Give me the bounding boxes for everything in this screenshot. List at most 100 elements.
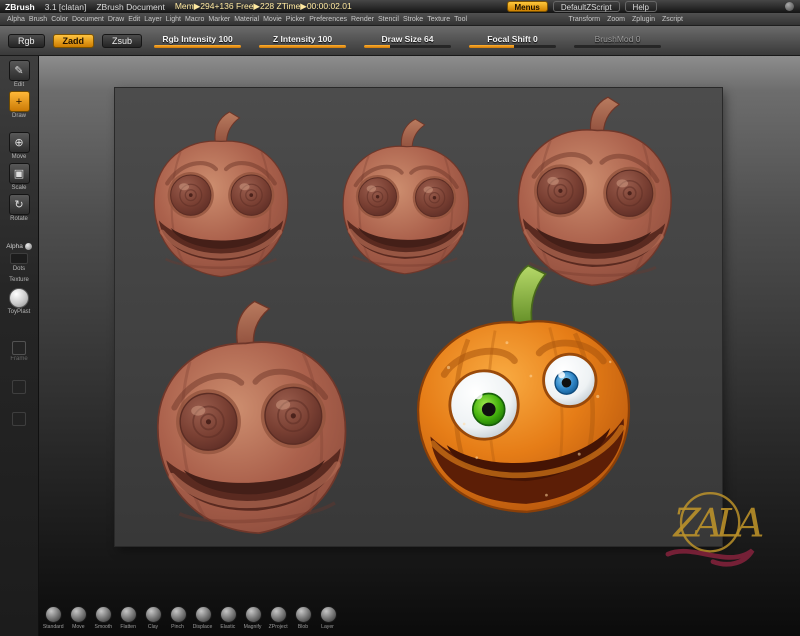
brush-label: Standard (42, 624, 64, 630)
rotate-tool-button[interactable]: ↻ (8, 194, 30, 215)
menu-item[interactable]: Tool (454, 16, 467, 23)
slider-label: Draw Size 64 (381, 33, 434, 44)
brush-item[interactable]: Magnify (241, 606, 265, 630)
material-sphere-icon[interactable] (9, 288, 29, 308)
quick-menu-icon[interactable] (785, 2, 794, 11)
left-toolbar: ✎ Edit + Draw ⊕ Move ▣ Scale ↻ Rotate Al… (0, 56, 39, 636)
brush-item[interactable]: Smooth (91, 606, 115, 630)
menu-item[interactable]: Marker (208, 16, 230, 23)
brush-label: Layer (321, 624, 335, 630)
slider-fill (363, 44, 391, 48)
zsub-button[interactable]: Zsub (102, 33, 143, 48)
menu-item[interactable]: Brush (29, 16, 47, 23)
menu-item[interactable]: Preferences (309, 16, 347, 23)
brush-item[interactable]: Flatten (116, 606, 140, 630)
menu-item[interactable]: Picker (286, 16, 305, 23)
help-button[interactable]: Help (624, 1, 657, 12)
brush-label: Pinch (171, 624, 185, 630)
menu-item[interactable]: Document (72, 16, 104, 23)
app-name: ZBrush (5, 1, 35, 12)
brush-item[interactable]: Blob (291, 606, 315, 630)
rgb-button[interactable]: Rgb (8, 33, 45, 48)
slider-label: Focal Shift 0 (487, 33, 538, 44)
menu-item[interactable]: Alpha (7, 16, 25, 23)
brush-item[interactable]: Layer (316, 606, 340, 630)
menu-item[interactable]: Layer (144, 16, 162, 23)
default-zscript-button[interactable]: DefaultZScript (552, 1, 620, 12)
slider-track[interactable] (258, 44, 347, 48)
menu-item[interactable]: Transform (568, 16, 600, 23)
menu-item[interactable]: Stencil (378, 16, 399, 23)
toolbar-slider[interactable]: Z Intensity 100 (255, 34, 350, 48)
zadd-button[interactable]: Zadd (52, 33, 95, 48)
slider-track[interactable] (153, 44, 242, 48)
alpha-section[interactable]: Alpha (6, 243, 32, 250)
menu-item[interactable]: Movie (263, 16, 282, 23)
alpha-label: Alpha (6, 243, 23, 250)
menu-item[interactable]: Zoom (607, 16, 625, 23)
menu-item[interactable]: Macro (185, 16, 204, 23)
sidebar-tool-scale[interactable]: ▣ Scale (8, 163, 30, 191)
brush-label: Move (71, 624, 85, 630)
menu-item[interactable]: Stroke (403, 16, 423, 23)
alpha-preview-icon (24, 243, 32, 250)
zbrush-document[interactable] (115, 88, 722, 546)
sidebar-tool-edit[interactable]: ✎ Edit (8, 60, 30, 88)
toolbar-slider[interactable]: Focal Shift 0 (465, 34, 560, 48)
slider-track[interactable] (573, 44, 662, 48)
brush-thumbnail-icon (144, 606, 162, 623)
slider-label: Z Intensity 100 (273, 33, 333, 44)
move-tool-button[interactable]: ⊕ (8, 132, 30, 153)
stroke-label: Dots (12, 266, 26, 272)
edit-tool-button[interactable]: ✎ (8, 60, 30, 81)
draw-tool-button[interactable]: + (8, 91, 30, 112)
brush-item[interactable]: ZProject (266, 606, 290, 630)
brush-item[interactable]: Clay (141, 606, 165, 630)
scale-icon: ▣ (13, 168, 25, 180)
slider-track[interactable] (468, 44, 557, 48)
frame-icon[interactable] (12, 341, 26, 355)
toolbar-sliders: Rgb Intensity 100 Z Intensity 100 Draw S… (150, 34, 665, 48)
menu-item[interactable]: Light (166, 16, 181, 23)
menu-item[interactable]: Edit (128, 16, 140, 23)
toolbar-slider[interactable]: Rgb Intensity 100 (150, 34, 245, 48)
sidebar-tool-move[interactable]: ⊕ Move (8, 132, 30, 160)
rotate-tool-label: Rotate (10, 216, 28, 222)
brush-item[interactable]: Move (66, 606, 90, 630)
toolbar-slider[interactable]: BrushMod 0 (570, 34, 665, 48)
brush-item[interactable]: Pinch (166, 606, 190, 630)
menu-item[interactable]: Zplugin (632, 16, 655, 23)
menu-item[interactable]: Zscript (662, 16, 683, 23)
stroke-preview-icon[interactable] (10, 253, 28, 264)
zbrush-window: ZBrush 3.1 [clatan] ZBrush Document Mem▶… (0, 0, 800, 636)
menu-item[interactable]: Texture (427, 16, 450, 23)
scale-tool-label: Scale (11, 185, 27, 191)
viewport-canvas[interactable]: ZALA Standard Move Smooth Flatten Clay P… (39, 56, 800, 636)
menus-button[interactable]: Menus (506, 1, 548, 12)
menu-item[interactable]: Render (351, 16, 374, 23)
pumpkin-sculpt-1 (137, 102, 305, 290)
scale-tool-button[interactable]: ▣ (8, 163, 30, 184)
material-label: ToyPlast (7, 309, 31, 315)
brush-item[interactable]: Displace (191, 606, 215, 630)
brush-thumbnail-icon (169, 606, 187, 623)
memory-stats: Mem▶294+136 Free▶228 ZTime▶00:00:02.01 (174, 1, 352, 11)
menu-item[interactable]: Material (234, 16, 259, 23)
slider-fill (468, 44, 515, 48)
sidebar-tool-rotate[interactable]: ↻ Rotate (8, 194, 30, 222)
brush-thumbnail-icon (319, 606, 337, 623)
toolbar-slider[interactable]: Draw Size 64 (360, 34, 455, 48)
slider-fill (258, 44, 347, 48)
menu-item[interactable]: Draw (108, 16, 124, 23)
sidebar-tool-draw[interactable]: + Draw (8, 91, 30, 119)
title-bar: ZBrush 3.1 [clatan] ZBrush Document Mem▶… (0, 0, 800, 13)
brush-item[interactable]: Elastic (216, 606, 240, 630)
slider-track[interactable] (363, 44, 452, 48)
brush-thumbnail-icon (269, 606, 287, 623)
brush-label: Displace (193, 624, 213, 630)
menu-item[interactable]: Color (51, 16, 68, 23)
brush-item[interactable]: Standard (41, 606, 65, 630)
brush-thumbnail-icon (94, 606, 112, 623)
texture-label: Texture (9, 277, 29, 283)
menu-items-left: Alpha Brush Color Document Draw Edit Layer Ligh… (7, 16, 467, 23)
